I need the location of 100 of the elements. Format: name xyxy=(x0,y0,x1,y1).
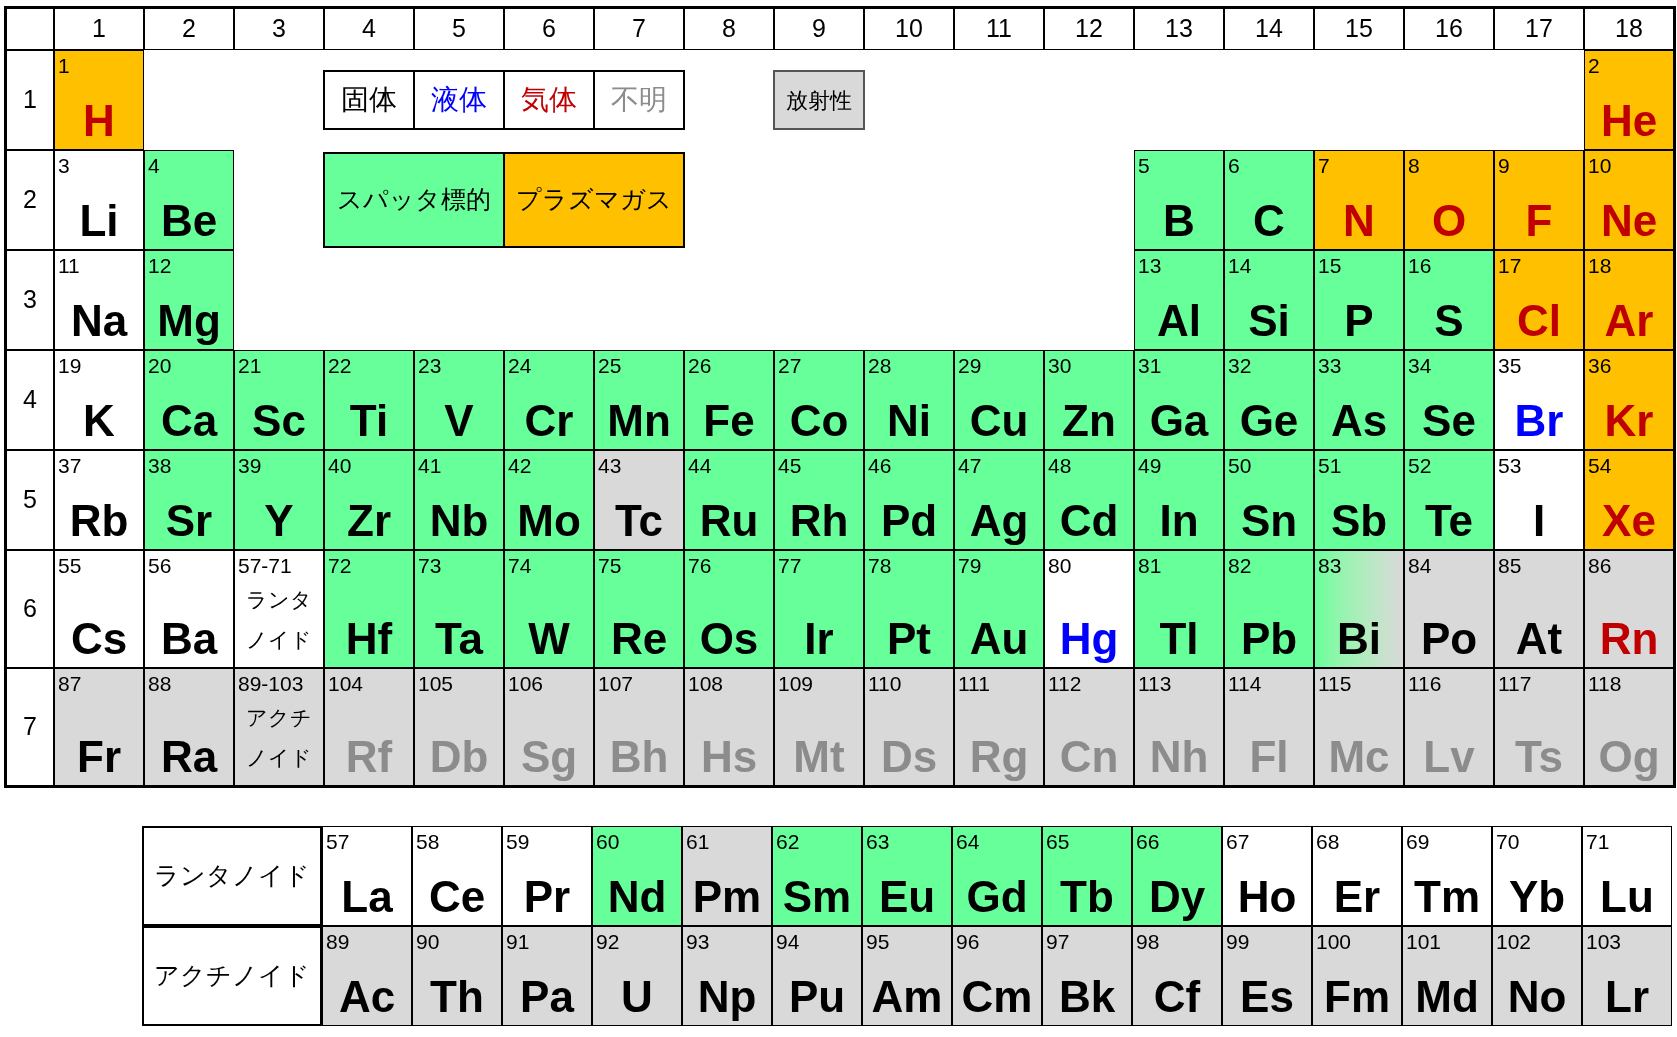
column-header: 18 xyxy=(1584,8,1674,50)
element-symbol: As xyxy=(1330,399,1388,443)
element-symbol: Zn xyxy=(1062,399,1116,443)
element-symbol: Rn xyxy=(1599,617,1659,661)
element-symbol: Cn xyxy=(1059,735,1119,779)
atomic-number: 105 xyxy=(417,671,454,694)
atomic-number: 4 xyxy=(147,153,160,176)
element-symbol: Hg xyxy=(1059,617,1119,661)
series-name: アクチノイド xyxy=(245,705,313,771)
element-symbol: F xyxy=(1525,199,1553,243)
atomic-number: 62 xyxy=(775,829,800,852)
element-symbol: Ag xyxy=(969,499,1029,543)
atomic-number: 113 xyxy=(1137,671,1172,694)
atomic-number: 63 xyxy=(865,829,890,852)
atomic-number: 32 xyxy=(1227,353,1252,376)
atomic-number: 108 xyxy=(687,671,724,694)
element-symbol: Rb xyxy=(69,499,129,543)
atomic-number: 94 xyxy=(775,929,800,952)
element-symbol: Po xyxy=(1420,617,1478,661)
element-symbol: Cm xyxy=(961,975,1033,1019)
atomic-number: 58 xyxy=(415,829,440,852)
element-symbol: N xyxy=(1343,199,1375,243)
atomic-number: 49 xyxy=(1137,453,1162,476)
atomic-number: 114 xyxy=(1227,671,1262,694)
element-symbol: Mc xyxy=(1328,735,1390,779)
atomic-number: 78 xyxy=(867,553,892,576)
element-symbol: Zr xyxy=(347,499,391,543)
atomic-number: 96 xyxy=(955,929,980,952)
atomic-number: 87 xyxy=(57,671,82,694)
series-label: アクチノイド xyxy=(142,926,322,1026)
atomic-number: 107 xyxy=(597,671,634,694)
column-header: 1 xyxy=(54,8,144,50)
element-symbol: Rh xyxy=(789,499,849,543)
atomic-number: 50 xyxy=(1227,453,1252,476)
atomic-number: 39 xyxy=(237,453,262,476)
column-header: 14 xyxy=(1224,8,1314,50)
element-symbol: Np xyxy=(697,975,757,1019)
element-symbol: Ac xyxy=(338,975,396,1019)
atomic-number: 60 xyxy=(595,829,620,852)
atomic-number: 11 xyxy=(57,253,80,276)
element-symbol: Hf xyxy=(345,617,393,661)
element-symbol: Bk xyxy=(1058,975,1116,1019)
element-symbol: Pm xyxy=(692,875,762,919)
element-symbol: Ds xyxy=(880,735,938,779)
element-symbol: O xyxy=(1431,199,1467,243)
column-header: 13 xyxy=(1134,8,1224,50)
atomic-number: 7 xyxy=(1317,153,1330,176)
atomic-number: 27 xyxy=(777,353,802,376)
element-symbol: Sn xyxy=(1240,499,1298,543)
atomic-number: 36 xyxy=(1587,353,1612,376)
element-symbol: Tm xyxy=(1414,875,1480,919)
element-symbol: Fe xyxy=(703,399,755,443)
element-symbol: In xyxy=(1159,499,1199,543)
atomic-number: 52 xyxy=(1407,453,1432,476)
atomic-number: 8 xyxy=(1407,153,1420,176)
atomic-number: 92 xyxy=(595,929,620,952)
element-symbol: Ne xyxy=(1600,199,1658,243)
element-symbol: Ti xyxy=(349,399,389,443)
element-symbol: Er xyxy=(1333,875,1381,919)
element-symbol: Nh xyxy=(1149,735,1209,779)
atomic-number: 81 xyxy=(1137,553,1162,576)
element-symbol: La xyxy=(341,875,393,919)
atomic-number: 110 xyxy=(867,671,902,694)
atomic-number: 70 xyxy=(1495,829,1520,852)
atomic-number: 97 xyxy=(1045,929,1070,952)
atomic-number: 59 xyxy=(505,829,530,852)
element-symbol: Pd xyxy=(880,499,938,543)
atomic-number: 93 xyxy=(685,929,710,952)
element-symbol: Au xyxy=(969,617,1029,661)
element-symbol: Pt xyxy=(887,617,931,661)
atomic-number: 48 xyxy=(1047,453,1072,476)
atomic-number: 80 xyxy=(1047,553,1072,576)
atomic-number: 10 xyxy=(1587,153,1612,176)
column-header: 6 xyxy=(504,8,594,50)
element-symbol: Se xyxy=(1422,399,1476,443)
atomic-number: 112 xyxy=(1047,671,1082,694)
atomic-number: 71 xyxy=(1585,829,1610,852)
element-symbol: Lr xyxy=(1605,975,1649,1019)
element-symbol: Mo xyxy=(517,499,581,543)
atomic-number: 57 xyxy=(325,829,350,852)
element-symbol: Og xyxy=(1598,735,1660,779)
atomic-number: 84 xyxy=(1407,553,1432,576)
column-header: 4 xyxy=(324,8,414,50)
element-symbol: Mt xyxy=(793,735,845,779)
atomic-number: 33 xyxy=(1317,353,1342,376)
element-symbol: Ca xyxy=(160,399,218,443)
element-symbol: Hs xyxy=(700,735,758,779)
element-symbol: Dy xyxy=(1148,875,1206,919)
element-symbol: Fl xyxy=(1249,735,1289,779)
column-header: 8 xyxy=(684,8,774,50)
atomic-number: 104 xyxy=(327,671,364,694)
element-symbol: Md xyxy=(1415,975,1479,1019)
element-symbol: Rg xyxy=(969,735,1029,779)
series-label: ランタノイド xyxy=(142,826,322,926)
element-symbol: Lu xyxy=(1600,875,1654,919)
atomic-number: 67 xyxy=(1225,829,1250,852)
element-symbol: Cr xyxy=(524,399,574,443)
atomic-number: 22 xyxy=(327,353,352,376)
atomic-number: 91 xyxy=(505,929,530,952)
element-symbol: Mg xyxy=(157,299,221,343)
